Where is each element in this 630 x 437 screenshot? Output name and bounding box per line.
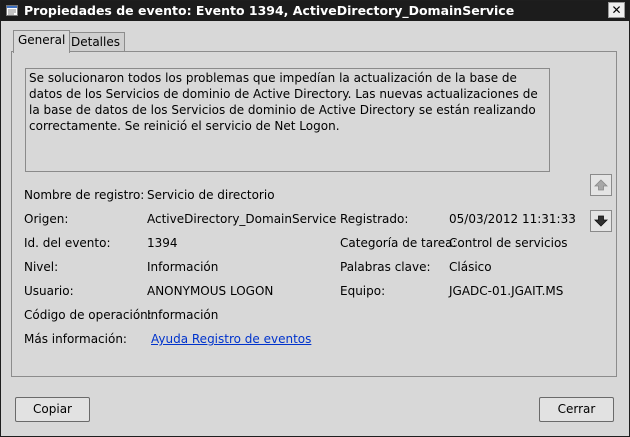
more-info-label: Más información: <box>24 332 127 346</box>
computer-label: Equipo: <box>340 284 386 298</box>
source-value[interactable]: ActiveDirectory_DomainService <box>147 212 336 226</box>
previous-event-button[interactable] <box>590 174 612 196</box>
arrow-down-icon <box>594 215 608 227</box>
close-icon: ✕ <box>611 3 622 17</box>
next-event-button[interactable] <box>590 210 612 232</box>
computer-value[interactable]: JGADC-01.JGAIT.MS <box>449 284 563 298</box>
event-log-help-link[interactable]: Ayuda Registro de eventos <box>151 332 311 346</box>
arrow-up-icon <box>594 179 608 191</box>
level-value[interactable]: Información <box>147 260 218 274</box>
log-name-value[interactable]: Servicio de directorio <box>147 188 275 202</box>
close-button[interactable]: Cerrar <box>539 397 614 422</box>
copy-button[interactable]: Copiar <box>15 397 90 422</box>
level-label: Nivel: <box>24 260 59 274</box>
opcode-label: Código de operación: <box>24 308 152 322</box>
event-viewer-icon <box>6 5 18 16</box>
logged-value[interactable]: 05/03/2012 11:31:33 <box>449 212 576 226</box>
source-label: Origen: <box>24 212 69 226</box>
opcode-value[interactable]: Información <box>147 308 218 322</box>
title-bar[interactable]: Propiedades de evento: Evento 1394, Acti… <box>1 1 629 21</box>
tab-general[interactable]: General <box>13 30 71 53</box>
event-description[interactable]: Se solucionaron todos los problemas que … <box>25 68 550 172</box>
keywords-label: Palabras clave: <box>340 260 431 274</box>
window-title: Propiedades de evento: Evento 1394, Acti… <box>24 3 515 18</box>
window-close-button[interactable]: ✕ <box>608 2 625 18</box>
log-name-label: Nombre de registro: <box>24 188 145 202</box>
task-category-value[interactable]: Control de servicios <box>449 236 568 250</box>
user-value[interactable]: ANONYMOUS LOGON <box>147 284 273 298</box>
user-label: Usuario: <box>24 284 74 298</box>
event-id-value[interactable]: 1394 <box>147 236 178 250</box>
event-id-label: Id. del evento: <box>24 236 111 250</box>
keywords-value[interactable]: Clásico <box>449 260 492 274</box>
event-properties-window: Propiedades de evento: Evento 1394, Acti… <box>0 0 630 437</box>
logged-label: Registrado: <box>340 212 409 226</box>
tab-details[interactable]: Detalles <box>66 32 125 52</box>
task-category-label: Categoría de tarea: <box>340 236 457 250</box>
